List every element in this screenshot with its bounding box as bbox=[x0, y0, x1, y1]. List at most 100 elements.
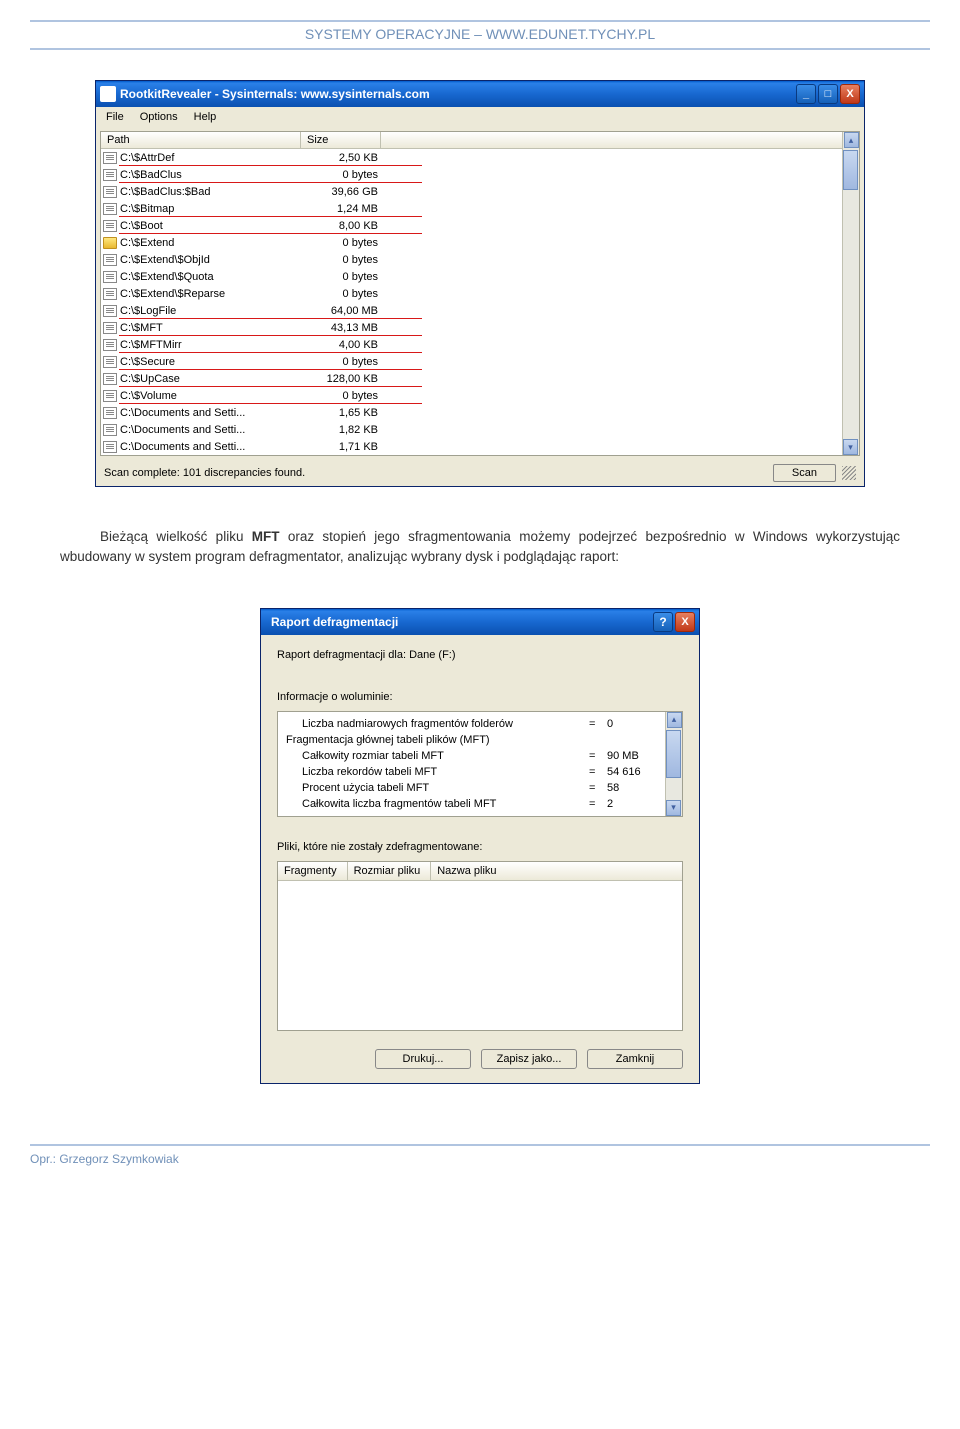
list-row[interactable]: C:\$UpCase128,00 KB bbox=[101, 370, 842, 387]
resize-grip[interactable] bbox=[842, 466, 856, 480]
frag-col-name[interactable]: Nazwa pliku bbox=[431, 862, 506, 880]
info-label: Liczba nadmiarowych fragmentów folderów bbox=[286, 716, 589, 732]
row-size: 43,13 MB bbox=[304, 322, 382, 334]
row-size: 4,00 KB bbox=[304, 339, 382, 351]
row-path: C:\$Extend\$Reparse bbox=[120, 288, 304, 300]
info-label: Procent użycia tabeli MFT bbox=[286, 780, 589, 796]
file-icon bbox=[103, 373, 117, 385]
footer-rule bbox=[30, 1144, 930, 1146]
scroll-down-button[interactable]: ▾ bbox=[843, 439, 858, 455]
row-path: C:\$Bitmap bbox=[120, 203, 304, 215]
close-button[interactable]: X bbox=[840, 84, 860, 104]
list-row[interactable]: C:\$MFT43,13 MB bbox=[101, 319, 842, 336]
info-row: Całkowity rozmiar tabeli MFT=90 MB bbox=[286, 748, 657, 764]
row-path: C:\$Extend\$ObjId bbox=[120, 254, 304, 266]
column-header-path[interactable]: Path bbox=[101, 132, 301, 148]
minimize-button[interactable]: _ bbox=[796, 84, 816, 104]
row-path: C:\Documents and Setti... bbox=[120, 441, 304, 453]
file-icon bbox=[103, 220, 117, 232]
info-scroll-down[interactable]: ▾ bbox=[666, 800, 681, 816]
column-header-blank bbox=[381, 132, 842, 148]
list-row[interactable]: C:\$MFTMirr4,00 KB bbox=[101, 336, 842, 353]
list-row[interactable]: C:\Documents and Setti...1,71 KB bbox=[101, 438, 842, 455]
list-row[interactable]: C:\$Secure0 bytes bbox=[101, 353, 842, 370]
list-row[interactable]: C:\$Extend\$Quota0 bytes bbox=[101, 268, 842, 285]
frag-files-label: Pliki, które nie zostały zdefragmentowan… bbox=[277, 841, 683, 853]
info-scroll-thumb[interactable] bbox=[666, 730, 681, 778]
row-path: C:\$BadClus bbox=[120, 169, 304, 181]
scroll-up-button[interactable]: ▴ bbox=[844, 132, 859, 148]
help-button[interactable]: ? bbox=[653, 612, 673, 632]
row-path: C:\$Extend bbox=[120, 237, 304, 249]
info-row: Procent użycia tabeli MFT=58 bbox=[286, 780, 657, 796]
list-row[interactable]: C:\$BadClus0 bytes bbox=[101, 166, 842, 183]
row-path: C:\$Extend\$Quota bbox=[120, 271, 304, 283]
file-icon bbox=[103, 322, 117, 334]
body-paragraph: Bieżącą wielkość pliku MFT oraz stopień … bbox=[60, 527, 900, 568]
titlebar[interactable]: RootkitRevealer - Sysinternals: www.sysi… bbox=[96, 81, 864, 107]
save-as-button[interactable]: Zapisz jako... bbox=[481, 1049, 577, 1069]
close-dialog-button[interactable]: Zamknij bbox=[587, 1049, 683, 1069]
file-icon bbox=[103, 169, 117, 181]
column-header-size[interactable]: Size bbox=[301, 132, 381, 148]
scroll-thumb[interactable] bbox=[843, 150, 858, 190]
info-scrollbar[interactable]: ▴ ▾ bbox=[665, 712, 682, 816]
row-size: 1,65 KB bbox=[304, 407, 382, 419]
info-value: 2 bbox=[607, 796, 657, 812]
file-icon bbox=[103, 407, 117, 419]
row-path: C:\$LogFile bbox=[120, 305, 304, 317]
info-row: Fragmentacja głównej tabeli plików (MFT) bbox=[286, 732, 657, 748]
equals-sign: = bbox=[589, 764, 607, 780]
volume-info-box: Liczba nadmiarowych fragmentów folderów=… bbox=[277, 711, 683, 817]
info-scroll-up[interactable]: ▴ bbox=[667, 712, 682, 728]
defrag-report-dialog: Raport defragmentacji ? X Raport defragm… bbox=[260, 608, 700, 1084]
row-path: C:\$Secure bbox=[120, 356, 304, 368]
list-row[interactable]: C:\$LogFile64,00 MB bbox=[101, 302, 842, 319]
vertical-scrollbar[interactable]: ▴ ▾ bbox=[842, 132, 859, 455]
folder-icon bbox=[103, 237, 117, 249]
frag-files-listview[interactable]: Fragmenty Rozmiar pliku Nazwa pliku bbox=[277, 861, 683, 1031]
frag-col-fragments[interactable]: Fragmenty bbox=[278, 862, 348, 880]
list-row[interactable]: C:\$Bitmap1,24 MB bbox=[101, 200, 842, 217]
list-row[interactable]: C:\$Volume0 bytes bbox=[101, 387, 842, 404]
row-size: 1,24 MB bbox=[304, 203, 382, 215]
results-listview[interactable]: Path Size C:\$AttrDef2,50 KBC:\$BadClus0… bbox=[101, 132, 842, 455]
menu-file[interactable]: File bbox=[100, 109, 130, 125]
row-size: 0 bytes bbox=[304, 271, 382, 283]
row-size: 0 bytes bbox=[304, 390, 382, 402]
row-path: C:\$BadClus:$Bad bbox=[120, 186, 304, 198]
menu-options[interactable]: Options bbox=[134, 109, 184, 125]
equals-sign: = bbox=[589, 748, 607, 764]
list-row[interactable]: C:\$Extend0 bytes bbox=[101, 234, 842, 251]
info-row: Całkowita liczba fragmentów tabeli MFT=2 bbox=[286, 796, 657, 812]
file-icon bbox=[103, 254, 117, 266]
info-value: 0 bbox=[607, 716, 657, 732]
menu-help[interactable]: Help bbox=[188, 109, 223, 125]
print-button[interactable]: Drukuj... bbox=[375, 1049, 471, 1069]
dialog-titlebar[interactable]: Raport defragmentacji ? X bbox=[261, 609, 699, 635]
row-path: C:\$Volume bbox=[120, 390, 304, 402]
file-icon bbox=[103, 305, 117, 317]
row-size: 0 bytes bbox=[304, 169, 382, 181]
list-row[interactable]: C:\$Boot8,00 KB bbox=[101, 217, 842, 234]
maximize-button[interactable]: □ bbox=[818, 84, 838, 104]
row-size: 0 bytes bbox=[304, 237, 382, 249]
row-size: 64,00 MB bbox=[304, 305, 382, 317]
row-size: 0 bytes bbox=[304, 254, 382, 266]
page-header: SYSTEMY OPERACYJNE – WWW.EDUNET.TYCHY.PL bbox=[30, 26, 930, 42]
info-label: Całkowity rozmiar tabeli MFT bbox=[286, 748, 589, 764]
list-row[interactable]: C:\$Extend\$ObjId0 bytes bbox=[101, 251, 842, 268]
list-row[interactable]: C:\$Extend\$Reparse0 bytes bbox=[101, 285, 842, 302]
dialog-close-button[interactable]: X bbox=[675, 612, 695, 632]
row-path: C:\$Boot bbox=[120, 220, 304, 232]
row-path: C:\$AttrDef bbox=[120, 152, 304, 164]
row-size: 2,50 KB bbox=[304, 152, 382, 164]
list-row[interactable]: C:\Documents and Setti...1,82 KB bbox=[101, 421, 842, 438]
scan-button[interactable]: Scan bbox=[773, 464, 836, 482]
frag-col-size[interactable]: Rozmiar pliku bbox=[348, 862, 432, 880]
list-row[interactable]: C:\$AttrDef2,50 KB bbox=[101, 149, 842, 166]
row-size: 1,71 KB bbox=[304, 441, 382, 453]
info-label: Całkowita liczba fragmentów tabeli MFT bbox=[286, 796, 589, 812]
list-row[interactable]: C:\$BadClus:$Bad39,66 GB bbox=[101, 183, 842, 200]
list-row[interactable]: C:\Documents and Setti...1,65 KB bbox=[101, 404, 842, 421]
